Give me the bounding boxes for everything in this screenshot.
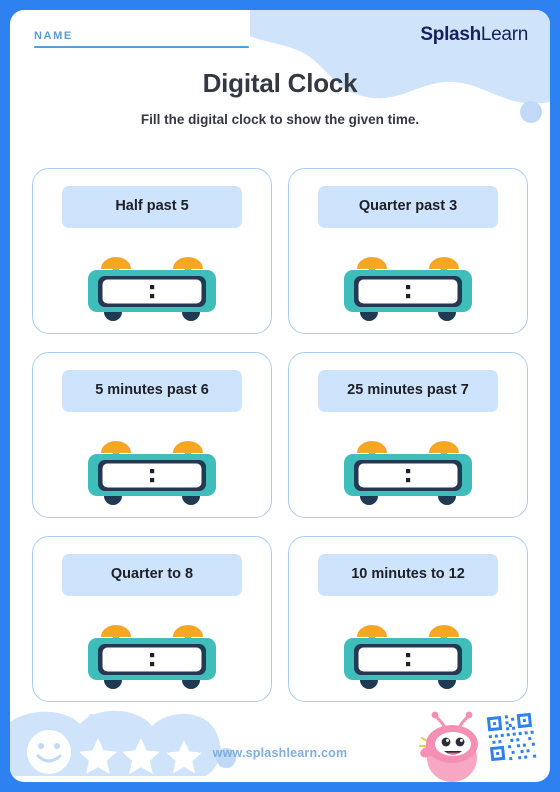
- clock-answer-area[interactable]: [78, 240, 226, 326]
- time-phrase-label: Half past 5: [62, 186, 242, 228]
- worksheet-sheet: NAME SplashLearn Digital Clock Fill the …: [10, 10, 550, 782]
- clock-card: 5 minutes past 6: [32, 352, 272, 518]
- page-title: Digital Clock: [202, 68, 358, 98]
- clock-screen: [358, 463, 458, 488]
- clock-card-grid: Half past 5 Quarter past 3 5 minutes pas…: [32, 168, 528, 702]
- time-phrase-label: 25 minutes past 7: [318, 370, 498, 412]
- clock-screen: [358, 279, 458, 304]
- name-field[interactable]: NAME: [34, 30, 249, 48]
- alarm-clock-icon: [344, 615, 473, 694]
- time-phrase-label: 5 minutes past 6: [62, 370, 242, 412]
- logo-text-light: Learn: [480, 24, 528, 45]
- alarm-clock-icon: [344, 247, 473, 326]
- logo-text-bold: Splash: [420, 24, 481, 45]
- alarm-clock-icon: [88, 615, 217, 694]
- clock-answer-area[interactable]: [78, 424, 226, 510]
- clock-screen: [358, 647, 458, 672]
- name-underline: [34, 46, 249, 48]
- clock-card: 25 minutes past 7: [288, 352, 528, 518]
- worksheet-header: NAME SplashLearn Digital Clock Fill the …: [10, 10, 550, 158]
- clock-screen: [102, 647, 202, 672]
- mascot-character-icon: [419, 711, 478, 782]
- clock-card: Quarter past 3: [288, 168, 528, 334]
- clock-card: Quarter to 8: [32, 536, 272, 702]
- time-phrase-label: Quarter to 8: [62, 554, 242, 596]
- clock-card: Half past 5: [32, 168, 272, 334]
- splashlearn-logo: SplashLearn: [420, 24, 528, 46]
- page-subtitle: Fill the digital clock to show the given…: [140, 112, 420, 127]
- clock-screen: [102, 463, 202, 488]
- time-phrase-label: Quarter past 3: [318, 186, 498, 228]
- name-label: NAME: [34, 30, 73, 42]
- clock-answer-area[interactable]: [334, 608, 482, 694]
- alarm-clock-icon: [88, 431, 217, 510]
- clock-screen: [102, 279, 202, 304]
- worksheet-footer: www.splashlearn.com: [10, 702, 550, 782]
- alarm-clock-icon: [344, 431, 473, 510]
- alarm-clock-icon: [88, 247, 217, 326]
- clock-card: 10 minutes to 12: [288, 536, 528, 702]
- time-phrase-label: 10 minutes to 12: [318, 554, 498, 596]
- clock-answer-area[interactable]: [78, 608, 226, 694]
- clock-answer-area[interactable]: [334, 424, 482, 510]
- footer-decorative-blob: [10, 710, 236, 776]
- clock-answer-area[interactable]: [334, 240, 482, 326]
- qr-code-icon[interactable]: [480, 706, 542, 768]
